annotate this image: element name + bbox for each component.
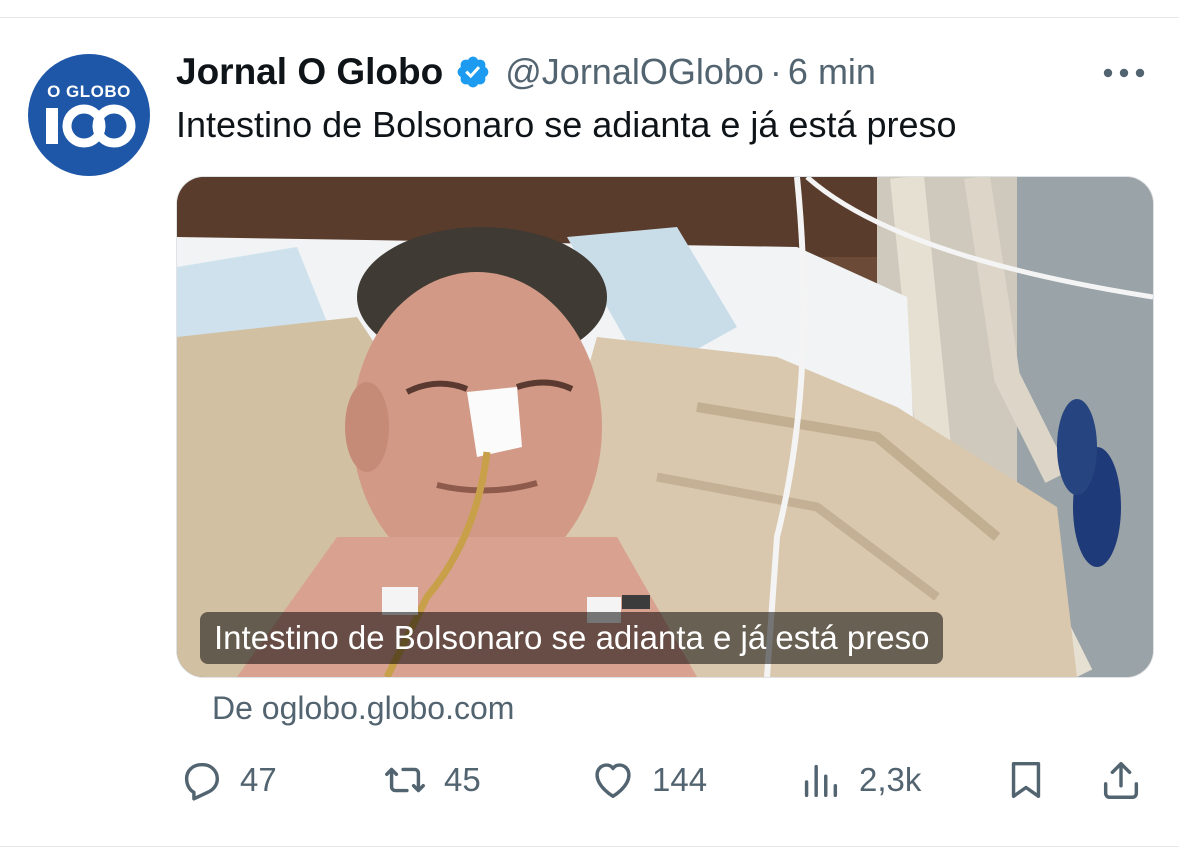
share-icon bbox=[1103, 761, 1139, 799]
more-horizontal-icon[interactable] bbox=[1098, 58, 1150, 88]
retweet-button[interactable]: 45 bbox=[382, 752, 481, 808]
header-separator: · bbox=[769, 51, 782, 92]
avatar-logo-text: O GLOBO bbox=[47, 82, 131, 101]
share-button[interactable] bbox=[1098, 752, 1144, 808]
card-image bbox=[177, 177, 1153, 677]
avatar-logo-100-icon bbox=[46, 104, 136, 148]
card-caption: Intestino de Bolsonaro se adianta e já e… bbox=[200, 612, 944, 664]
tweet-timestamp[interactable]: 6 min bbox=[788, 51, 876, 93]
verified-badge-icon bbox=[457, 56, 489, 88]
reply-icon bbox=[184, 762, 220, 801]
like-button[interactable]: 144 bbox=[590, 752, 707, 808]
author-handle[interactable]: @JornalOGlobo bbox=[505, 51, 764, 93]
top-divider bbox=[0, 17, 1179, 18]
author-name[interactable]: Jornal O Globo bbox=[176, 51, 443, 93]
reply-count: 47 bbox=[240, 761, 277, 798]
tweet-header: Jornal O Globo @JornalOGlobo · 6 min bbox=[176, 50, 876, 94]
bottom-divider bbox=[0, 846, 1179, 847]
reply-button[interactable]: 47 bbox=[178, 752, 277, 808]
action-bar: 47 45 144 2,3k bbox=[0, 752, 1179, 808]
author-avatar[interactable]: O GLOBO bbox=[28, 54, 150, 176]
link-card[interactable]: Intestino de Bolsonaro se adianta e já e… bbox=[176, 176, 1154, 678]
views-count: 2,3k bbox=[859, 761, 922, 798]
bookmark-icon bbox=[1011, 761, 1041, 799]
retweet-count: 45 bbox=[444, 761, 481, 798]
retweet-icon bbox=[385, 767, 425, 793]
heart-icon bbox=[595, 763, 631, 799]
tweet-text: Intestino de Bolsonaro se adianta e já e… bbox=[176, 104, 957, 145]
views-button[interactable]: 2,3k bbox=[797, 752, 921, 808]
bookmark-button[interactable] bbox=[1003, 752, 1049, 808]
views-chart-icon bbox=[804, 764, 838, 798]
like-count: 144 bbox=[652, 761, 708, 798]
card-source[interactable]: De oglobo.globo.com bbox=[212, 690, 514, 727]
